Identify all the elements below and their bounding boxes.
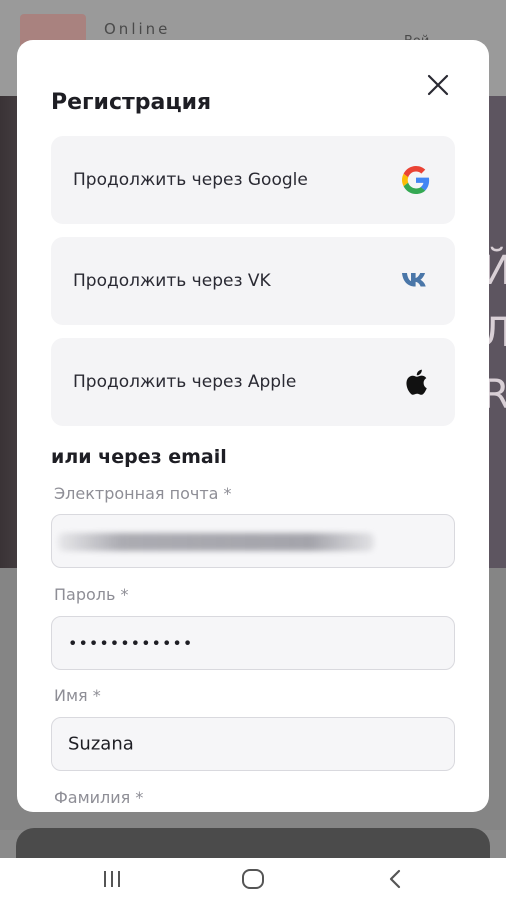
system-navbar: [0, 858, 506, 900]
email-label: Электронная почта *: [54, 484, 232, 503]
continue-vk-button[interactable]: Продолжить через VK: [51, 237, 455, 325]
continue-apple-button[interactable]: Продолжить через Apple: [51, 338, 455, 426]
first-name-value: Suzana: [68, 733, 134, 755]
email-redaction: [58, 533, 374, 551]
or-email-heading: или через email: [51, 446, 227, 468]
continue-google-label: Продолжить через Google: [73, 170, 308, 190]
continue-apple-label: Продолжить через Apple: [73, 372, 297, 392]
recents-button[interactable]: [92, 866, 132, 892]
back-icon: [389, 869, 401, 889]
registration-modal: Регистрация Продолжить через Google Прод…: [17, 40, 489, 812]
google-icon: [401, 165, 431, 195]
modal-title: Регистрация: [51, 90, 212, 115]
close-icon: [427, 74, 449, 96]
continue-google-button[interactable]: Продолжить через Google: [51, 136, 455, 224]
home-icon: [242, 869, 264, 889]
home-button[interactable]: [233, 866, 273, 892]
site-logo-text: Online: [104, 20, 171, 38]
password-value: ••••••••••••: [68, 633, 194, 653]
recents-icon: [104, 871, 120, 887]
vk-icon: [401, 266, 431, 296]
back-button[interactable]: [376, 866, 416, 892]
password-field[interactable]: ••••••••••••: [51, 616, 455, 670]
first-name-field[interactable]: Suzana: [51, 717, 455, 771]
password-label: Пароль *: [54, 585, 129, 604]
continue-vk-label: Продолжить через VK: [73, 271, 271, 291]
apple-icon: [401, 367, 431, 397]
close-button[interactable]: [421, 68, 455, 102]
first-name-label: Имя *: [54, 686, 101, 705]
last-name-label: Фамилия *: [54, 788, 144, 807]
email-field[interactable]: [51, 514, 455, 568]
